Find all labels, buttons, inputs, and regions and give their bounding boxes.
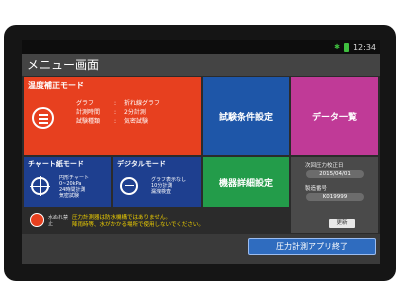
warning-icon-label: 水ぬれ禁止	[48, 215, 69, 227]
no-water-icon	[30, 213, 44, 227]
device-details-button[interactable]: 機器詳細設定	[203, 157, 289, 207]
document-icon	[32, 107, 54, 129]
gauge-icon	[120, 177, 138, 195]
chart-mode-title: チャート紙モード	[28, 160, 84, 168]
footer-bar: 圧力計測アプリ終了	[22, 234, 380, 264]
serial-number-value: K019999	[306, 193, 364, 201]
temp-correction-mode-tile[interactable]: 温度補正モード グラフ: 折れ線グラフ 計測時間:2分計測 試験種類: 気密試験	[24, 77, 201, 155]
serial-number-label: 製造番号	[305, 186, 328, 192]
temp-mode-settings: グラフ: 折れ線グラフ 計測時間:2分計測 試験種類: 気密試験	[76, 99, 160, 126]
digital-mode-tile[interactable]: デジタルモード グラフ表示なし 10分計測 漏洩検査	[113, 157, 201, 207]
exit-app-button[interactable]: 圧力計測アプリ終了	[248, 238, 376, 255]
digital-mode-title: デジタルモード	[117, 160, 166, 168]
warning-banner: 水ぬれ禁止 圧力計測器は防水機構ではありません。 降雨時等、水がかかる場所で使用…	[24, 209, 289, 233]
digital-mode-settings: グラフ表示なし 10分計測 漏洩検査	[151, 177, 187, 195]
device-info-panel: 次回圧力校正日 2015/04/01 製造番号 K019999 更新	[291, 157, 378, 233]
status-bar: ✱ 12:34	[22, 40, 380, 54]
data-list-button[interactable]: データ一覧	[291, 77, 378, 155]
chart-mode-settings: 円形チャート 0~20kPa 24時間計測 気密試験	[59, 175, 89, 199]
crosshair-icon	[30, 176, 50, 196]
calibration-date-label: 次回圧力校正日	[305, 163, 344, 169]
calibration-date-value: 2015/04/01	[306, 170, 364, 178]
test-conditions-button[interactable]: 試験条件設定	[203, 77, 289, 155]
update-button[interactable]: 更新	[329, 219, 355, 228]
chart-paper-mode-tile[interactable]: チャート紙モード 円形チャート 0~20kPa 24時間計測 気密試験	[24, 157, 111, 207]
battery-icon	[343, 42, 349, 52]
temp-mode-title: 温度補正モード	[28, 81, 84, 90]
device-details-label: 機器詳細設定	[218, 178, 273, 189]
status-time: 12:34	[352, 42, 376, 52]
test-conditions-label: 試験条件設定	[218, 112, 273, 123]
app-screen: ✱ 12:34 メニュー画面 温度補正モード グラフ: 折れ線グラフ 計測時間:2…	[22, 40, 380, 264]
signal-icon: ✱	[334, 43, 340, 51]
temp-mode-row: 試験種類: 気密試験	[76, 118, 149, 125]
temp-mode-row: 計測時間:2分計測	[76, 109, 146, 116]
page-title: メニュー画面	[22, 54, 380, 76]
warning-text: 圧力計測器は防水機構ではありません。 降雨時等、水がかかる場所で使用しないでくだ…	[72, 215, 204, 228]
temp-mode-row: グラフ: 折れ線グラフ	[76, 100, 161, 107]
data-list-label: データ一覧	[311, 112, 357, 123]
